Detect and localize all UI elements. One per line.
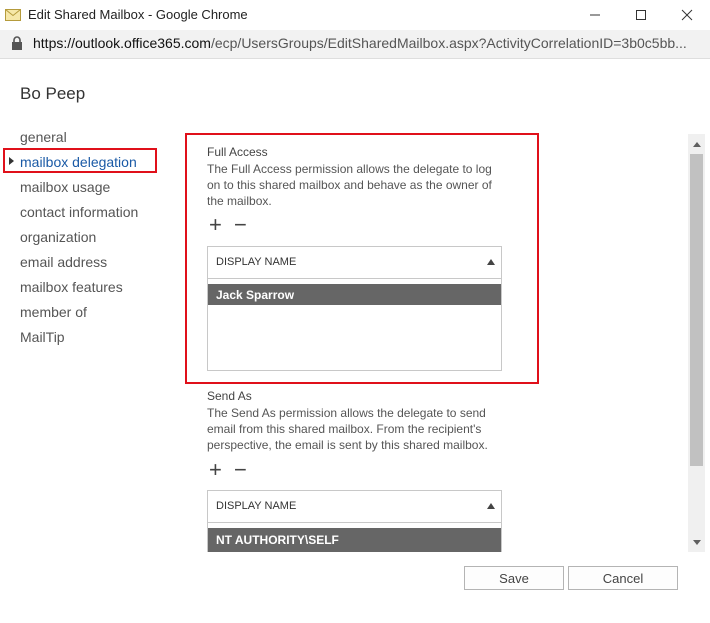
full-access-add-button[interactable]: + <box>209 212 222 237</box>
maximize-button[interactable] <box>618 0 664 30</box>
address-bar[interactable]: https://outlook.office365.com/ecp/UsersG… <box>0 30 710 59</box>
page-title: Bo Peep <box>20 84 86 103</box>
remove-icon: − <box>234 212 247 237</box>
nav-item-member-of[interactable]: member of <box>20 304 87 320</box>
column-header-display-name: DISPLAY NAME <box>216 500 297 512</box>
add-icon: + <box>209 457 222 482</box>
table-row[interactable]: Jack Sparrow <box>208 284 501 305</box>
table-row[interactable]: NT AUTHORITY\SELF <box>208 528 501 552</box>
row-display-name: Jack Sparrow <box>216 288 295 302</box>
minimize-button[interactable] <box>572 0 618 30</box>
nav-item-mailbox-delegation[interactable]: mailbox delegation <box>20 154 137 170</box>
nav-item-mailbox-usage[interactable]: mailbox usage <box>20 179 110 195</box>
full-access-grid-header[interactable]: DISPLAY NAME <box>208 247 501 279</box>
url-path: /ecp/UsersGroups/EditSharedMailbox.aspx?… <box>210 35 687 51</box>
send-as-remove-button[interactable]: − <box>234 457 247 482</box>
send-as-add-button[interactable]: + <box>209 457 222 482</box>
nav-item-mailtip[interactable]: MailTip <box>20 329 65 345</box>
close-icon <box>681 9 693 21</box>
nav-item-email-address[interactable]: email address <box>20 254 107 270</box>
lock-icon <box>11 36 23 50</box>
send-as-label: Send As <box>207 389 252 403</box>
scroll-down-arrow-icon[interactable] <box>693 540 701 545</box>
url-domain: https://outlook.office365.com <box>33 35 211 51</box>
sort-ascending-icon <box>487 503 495 509</box>
envelope-icon <box>5 7 21 21</box>
cancel-button[interactable]: Cancel <box>568 566 678 590</box>
add-icon: + <box>209 212 222 237</box>
remove-icon: − <box>234 457 247 482</box>
window-titlebar: Edit Shared Mailbox - Google Chrome <box>0 0 710 30</box>
send-as-grid: DISPLAY NAME NT AUTHORITY\SELF <box>207 490 502 552</box>
minimize-icon <box>590 14 600 16</box>
scroll-up-arrow-icon[interactable] <box>693 142 701 147</box>
send-as-grid-header[interactable]: DISPLAY NAME <box>208 491 501 523</box>
save-button[interactable]: Save <box>464 566 564 590</box>
url-text[interactable]: https://outlook.office365.com/ecp/UsersG… <box>33 35 703 51</box>
maximize-icon <box>636 10 646 20</box>
nav-item-organization[interactable]: organization <box>20 229 96 245</box>
full-access-description: The Full Access permission allows the de… <box>207 162 492 208</box>
sort-ascending-icon <box>487 259 495 265</box>
nav-item-contact-information[interactable]: contact information <box>20 204 138 220</box>
full-access-label: Full Access <box>207 145 268 159</box>
window-title: Edit Shared Mailbox - Google Chrome <box>28 7 248 22</box>
nav-item-mailbox-features[interactable]: mailbox features <box>20 279 123 295</box>
full-access-grid: DISPLAY NAME Jack Sparrow <box>207 246 502 371</box>
row-display-name: NT AUTHORITY\SELF <box>216 533 339 547</box>
scrollbar-thumb[interactable] <box>690 154 703 466</box>
selected-arrow-icon <box>9 157 14 165</box>
vertical-scrollbar[interactable] <box>688 134 705 552</box>
nav-item-general[interactable]: general <box>20 129 67 145</box>
send-as-description: The Send As permission allows the delega… <box>207 406 488 452</box>
close-window-button[interactable] <box>664 0 710 30</box>
column-header-display-name: DISPLAY NAME <box>216 256 297 268</box>
full-access-remove-button[interactable]: − <box>234 212 247 237</box>
